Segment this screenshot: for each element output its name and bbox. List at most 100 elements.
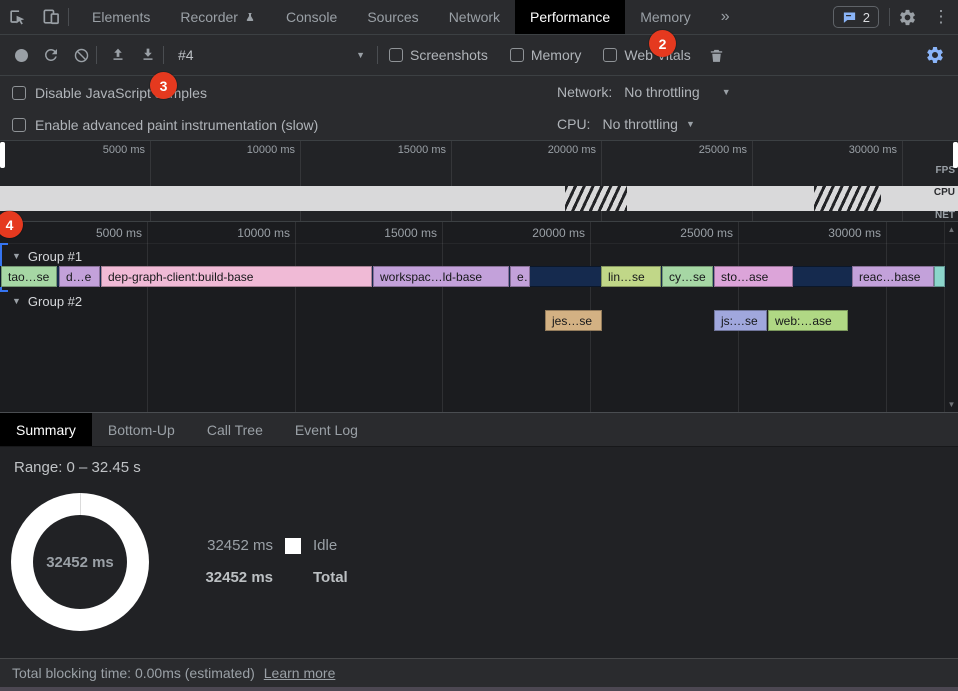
tab-label: Console bbox=[286, 9, 337, 25]
tab-recorder[interactable]: Recorder bbox=[165, 0, 271, 34]
web-vitals-checkbox[interactable]: Web Vitals bbox=[603, 47, 690, 63]
advanced-paint-label: Enable advanced paint instrumentation (s… bbox=[35, 117, 318, 133]
flame-bar[interactable]: js:…se bbox=[714, 310, 767, 331]
legend-value: 32452 ms bbox=[205, 537, 273, 554]
flame-bar[interactable]: workspac…ld-base bbox=[373, 266, 509, 287]
details-tab-event-log[interactable]: Event Log bbox=[279, 413, 374, 446]
flame-bar[interactable]: reac…base bbox=[852, 266, 934, 287]
flame-bar[interactable]: lin…se bbox=[601, 266, 661, 287]
flame-bar[interactable]: sto…ase bbox=[714, 266, 793, 287]
clear-icon[interactable] bbox=[66, 40, 96, 70]
history-dropdown[interactable]: #4 ▼ bbox=[168, 42, 373, 68]
disable-js-samples-label: Disable JavaScript samples bbox=[35, 85, 207, 101]
annotation-badge-3[interactable]: 3 bbox=[150, 72, 177, 99]
tab-label: Recorder bbox=[180, 9, 238, 25]
details-tab-bottom-up[interactable]: Bottom-Up bbox=[92, 413, 191, 446]
checkbox[interactable] bbox=[603, 48, 617, 62]
overview-window-right-handle[interactable] bbox=[953, 142, 958, 168]
memory-checkbox[interactable]: Memory bbox=[510, 47, 582, 63]
annotation-badge-2[interactable]: 2 bbox=[649, 30, 676, 57]
tab-label: Performance bbox=[530, 9, 610, 25]
screenshots-checkbox[interactable]: Screenshots bbox=[389, 47, 488, 63]
details-tab-summary[interactable]: Summary bbox=[0, 413, 92, 446]
legend-row: 32452 ms Total bbox=[205, 563, 348, 592]
collapse-arrow-icon: ▼ bbox=[12, 296, 21, 306]
legend-label: Total bbox=[313, 569, 348, 586]
overview-window-left-handle[interactable] bbox=[0, 142, 5, 168]
performance-toolbar: #4 ▼ Screenshots Memory Web Vitals bbox=[0, 35, 958, 76]
network-throttle-value: No throttling bbox=[624, 84, 699, 100]
tab-sources[interactable]: Sources bbox=[352, 0, 433, 34]
cpu-throttling: CPU: No throttling ▼ bbox=[557, 116, 695, 132]
record-button[interactable] bbox=[6, 40, 36, 70]
timeline-overview[interactable]: 5000 ms10000 ms15000 ms20000 ms25000 ms3… bbox=[0, 141, 958, 222]
tab-label: Network bbox=[449, 9, 500, 25]
flame-bar[interactable]: cy…se bbox=[662, 266, 713, 287]
history-current-value: #4 bbox=[178, 47, 194, 63]
tab-performance[interactable]: Performance bbox=[515, 0, 625, 34]
checkbox-label: Screenshots bbox=[410, 47, 488, 63]
flame-bar[interactable]: dep-graph-client:build-base bbox=[101, 266, 372, 287]
footer-status-bar: Total blocking time: 0.00ms (estimated) … bbox=[0, 658, 958, 687]
flame-chart-ruler bbox=[0, 222, 958, 244]
flame-chart[interactable]: 5000 ms10000 ms15000 ms20000 ms25000 ms3… bbox=[0, 222, 958, 412]
cpu-throttle-select[interactable]: No throttling ▼ bbox=[602, 116, 694, 132]
tab-memory[interactable]: Memory bbox=[625, 0, 706, 34]
learn-more-link[interactable]: Learn more bbox=[264, 665, 336, 681]
tab-overflow-chevron[interactable]: » bbox=[706, 0, 745, 34]
trash-icon[interactable] bbox=[702, 40, 732, 70]
flame-group-header[interactable]: ▼Group #1 bbox=[12, 246, 82, 266]
donut-legend: 32452 msIdle32452 msTotal bbox=[205, 531, 348, 592]
scroll-down-icon[interactable]: ▼ bbox=[948, 400, 956, 409]
disable-js-samples-checkbox[interactable]: Disable JavaScript samples bbox=[12, 85, 207, 101]
cpu-busy-hatch bbox=[814, 186, 881, 211]
settings-gear-icon[interactable] bbox=[890, 0, 924, 34]
divider bbox=[96, 46, 97, 64]
flame-bar[interactable]: web:…ase bbox=[768, 310, 848, 331]
tab-network[interactable]: Network bbox=[434, 0, 515, 34]
window-edge bbox=[0, 687, 958, 691]
checkbox[interactable] bbox=[389, 48, 403, 62]
checkbox[interactable] bbox=[510, 48, 524, 62]
panel-tabs: Elements Recorder Console Sources Network Per… bbox=[77, 0, 745, 34]
reload-and-record-icon[interactable] bbox=[36, 40, 66, 70]
tab-label: Memory bbox=[640, 9, 691, 25]
capture-settings-gear-icon[interactable] bbox=[920, 40, 950, 70]
donut-total-value: 32452 ms bbox=[46, 554, 114, 571]
flame-bar[interactable]: jes…se bbox=[545, 310, 602, 331]
flame-group-label: Group #2 bbox=[28, 294, 82, 309]
flame-chart-scrollbar[interactable]: ▲ ▼ bbox=[944, 222, 958, 412]
more-options-menu-icon[interactable]: ⋮ bbox=[924, 0, 958, 34]
range-label: Range: 0 – 32.45 s bbox=[14, 459, 141, 476]
time-breakdown-donut: 32452 ms bbox=[11, 493, 149, 631]
cpu-throttle-value: No throttling bbox=[602, 116, 677, 132]
flame-bar[interactable]: d…e bbox=[59, 266, 100, 287]
flame-group-label: Group #1 bbox=[28, 249, 82, 264]
legend-row: 32452 msIdle bbox=[205, 531, 348, 560]
network-throttle-select[interactable]: No throttling ▼ bbox=[624, 84, 730, 100]
chevron-down-icon: ▼ bbox=[722, 87, 731, 97]
issues-counter-button[interactable]: 2 bbox=[833, 6, 879, 28]
inspect-element-icon[interactable] bbox=[0, 0, 34, 34]
save-profile-icon[interactable] bbox=[133, 40, 163, 70]
flame-bar[interactable]: e… bbox=[510, 266, 530, 287]
device-toolbar-icon[interactable] bbox=[34, 0, 68, 34]
flame-bar[interactable]: tao…se bbox=[1, 266, 57, 287]
fps-lane-label: FPS bbox=[936, 165, 955, 176]
tab-label: Elements bbox=[92, 9, 150, 25]
details-tab-call-tree[interactable]: Call Tree bbox=[191, 413, 279, 446]
tab-label: Sources bbox=[367, 9, 418, 25]
tab-console[interactable]: Console bbox=[271, 0, 352, 34]
cpu-throttle-label: CPU: bbox=[557, 116, 590, 132]
legend-value: 32452 ms bbox=[205, 569, 273, 586]
checkbox[interactable] bbox=[12, 118, 26, 132]
advanced-paint-checkbox[interactable]: Enable advanced paint instrumentation (s… bbox=[12, 117, 318, 133]
flame-group-header[interactable]: ▼ Group #2 bbox=[12, 291, 82, 311]
total-blocking-time-text: Total blocking time: 0.00ms (estimated) bbox=[12, 665, 255, 681]
load-profile-icon[interactable] bbox=[103, 40, 133, 70]
tab-elements[interactable]: Elements bbox=[77, 0, 165, 34]
scroll-up-icon[interactable]: ▲ bbox=[948, 225, 956, 234]
net-lane-label: NET bbox=[935, 210, 955, 221]
devtools-tab-bar: Elements Recorder Console Sources Network Per… bbox=[0, 0, 958, 35]
checkbox[interactable] bbox=[12, 86, 26, 100]
